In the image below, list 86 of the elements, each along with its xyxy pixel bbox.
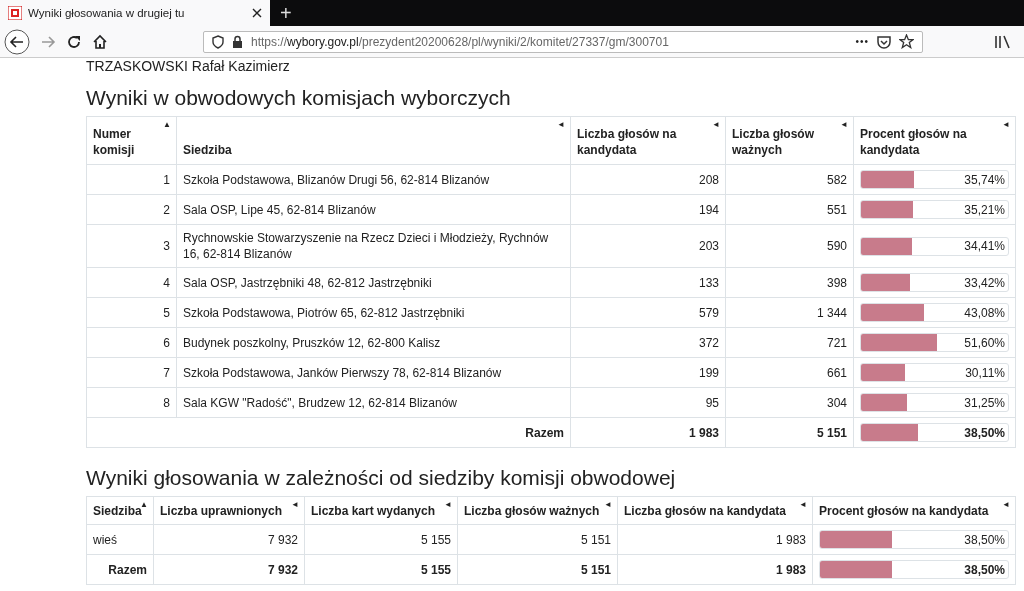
table-cell: 8: [86, 387, 177, 418]
table-cell: 5 151: [457, 554, 618, 585]
reload-icon[interactable]: [66, 33, 82, 50]
new-tab-button[interactable]: +: [270, 0, 302, 26]
column-header[interactable]: ◄ Liczba głosów ważnych: [725, 116, 854, 165]
percent-bar: 38,50%: [860, 423, 1009, 442]
percent-bar: 34,41%: [860, 236, 1009, 256]
table-cell: 6: [86, 327, 177, 358]
table-cell: 372: [570, 327, 726, 358]
back-icon[interactable]: [4, 28, 30, 55]
library-icon[interactable]: [994, 33, 1012, 50]
table-cell: 590: [725, 224, 854, 268]
percent-bar: 31,25%: [860, 393, 1009, 412]
table-cell: Sala OSP, Jastrzębniki 48, 62-812 Jastrzębniki: [176, 267, 571, 298]
table-cell: 304: [725, 387, 854, 418]
more-button[interactable]: •••: [855, 36, 869, 47]
home-icon[interactable]: [92, 33, 108, 50]
column-header[interactable]: ◄ Siedziba: [176, 116, 571, 165]
table-cell: 5 155: [304, 524, 458, 555]
percent-bar: 38,50%: [819, 560, 1009, 579]
column-header[interactable]: ◄ Liczba głosów na kandydata: [570, 116, 726, 165]
close-icon[interactable]: [252, 8, 262, 18]
table-cell: 133: [570, 267, 726, 298]
table-cell: 661: [725, 357, 854, 388]
table-cell: 398: [725, 267, 854, 298]
column-header[interactable]: ◄ Liczba uprawnionych: [153, 496, 305, 525]
table-cell: 721: [725, 327, 854, 358]
column-header[interactable]: ◄ Liczba kart wydanych: [304, 496, 458, 525]
table-cell: 5 151: [457, 524, 618, 555]
table-cell: 95: [570, 387, 726, 418]
column-header[interactable]: ◄ Liczba głosów ważnych: [457, 496, 618, 525]
percent-bar: 43,08%: [860, 303, 1009, 322]
url-text: https://wybory.gov.pl/prezydent20200628/pl/wyniki/2/komitet/27337/gm/300701: [251, 34, 669, 49]
percent-bar: 35,21%: [860, 200, 1009, 219]
section-heading: Wyniki w obwodowych komisjach wyborczych: [86, 86, 512, 110]
table-cell: 1 983: [617, 554, 813, 585]
table-cell: Budynek poszkolny, Pruszków 12, 62-800 Kalisz: [176, 327, 571, 358]
table-cell: 3: [86, 224, 177, 268]
column-header[interactable]: ◄ Procent głosów na kandydata: [812, 496, 1016, 525]
table-cell: 551: [725, 194, 854, 225]
table-cell: Razem: [86, 417, 571, 448]
table-cell: 203: [570, 224, 726, 268]
table-cell: 4: [86, 267, 177, 298]
table-cell: 579: [570, 297, 726, 328]
table-cell: Rychnowskie Stowarzyszenie na Rzecz Dzieci i Młodzieży, Rychnów 16, 62-814 Blizanów: [176, 224, 571, 268]
table-cell: 208: [570, 164, 726, 195]
forward-icon[interactable]: [40, 33, 56, 50]
percent-bar: 51,60%: [860, 333, 1009, 352]
candidate-name: TRZASKOWSKI Rafał Kazimierz: [86, 58, 291, 74]
table-cell: Szkoła Podstawowa, Blizanów Drugi 56, 62-814 Blizanów: [176, 164, 571, 195]
column-header[interactable]: ▲ Numer komisji: [86, 116, 177, 165]
percent-bar: 30,11%: [860, 363, 1009, 382]
table-cell: Szkoła Podstawowa, Janków Pierwszy 78, 62-814 Blizanów: [176, 357, 571, 388]
column-header[interactable]: ▲ Siedziba: [86, 496, 154, 525]
table-cell: 1 983: [570, 417, 726, 448]
table-cell: 194: [570, 194, 726, 225]
section-heading: Wyniki głosowania w zależności od siedziby komisji obwodowej: [86, 466, 677, 490]
column-header[interactable]: ◄ Procent głosów na kandydata: [853, 116, 1016, 165]
table-cell: Sala KGW "Radość", Brudzew 12, 62-814 Blizanów: [176, 387, 571, 418]
address-bar[interactable]: https://wybory.gov.pl/prezydent20200628/pl/wyniki/2/komitet/27337/gm/300701 •••: [203, 30, 923, 53]
table-cell: 5 155: [304, 554, 458, 585]
lock-icon: [232, 35, 243, 48]
column-header[interactable]: ◄ Liczba głosów na kandydata: [617, 496, 813, 525]
tab-title: Wyniki głosowania w drugiej tu: [28, 7, 186, 19]
table-cell: Sala OSP, Lipe 45, 62-814 Blizanów: [176, 194, 571, 225]
table-cell: 7: [86, 357, 177, 388]
table-cell: 5 151: [725, 417, 854, 448]
percent-bar: 38,50%: [819, 530, 1009, 549]
table-cell: wieś: [86, 524, 154, 555]
table-cell: 2: [86, 194, 177, 225]
browser-tab[interactable]: Wyniki głosowania w drugiej tu: [0, 0, 270, 26]
table-cell: 7 932: [153, 524, 305, 555]
table-cell: 1 983: [617, 524, 813, 555]
table-cell: 7 932: [153, 554, 305, 585]
table-cell: 5: [86, 297, 177, 328]
shield-icon: [212, 34, 224, 49]
percent-bar: 35,74%: [860, 170, 1009, 189]
table-cell: 199: [570, 357, 726, 388]
percent-bar: 33,42%: [860, 273, 1009, 292]
table-cell: 1: [86, 164, 177, 195]
table-cell: 1 344: [725, 297, 854, 328]
table-cell: Razem: [86, 554, 154, 585]
pocket-icon[interactable]: [877, 34, 891, 49]
table-cell: 582: [725, 164, 854, 195]
star-icon[interactable]: [899, 34, 914, 49]
table-cell: Szkoła Podstawowa, Piotrów 65, 62-812 Jastrzębniki: [176, 297, 571, 328]
